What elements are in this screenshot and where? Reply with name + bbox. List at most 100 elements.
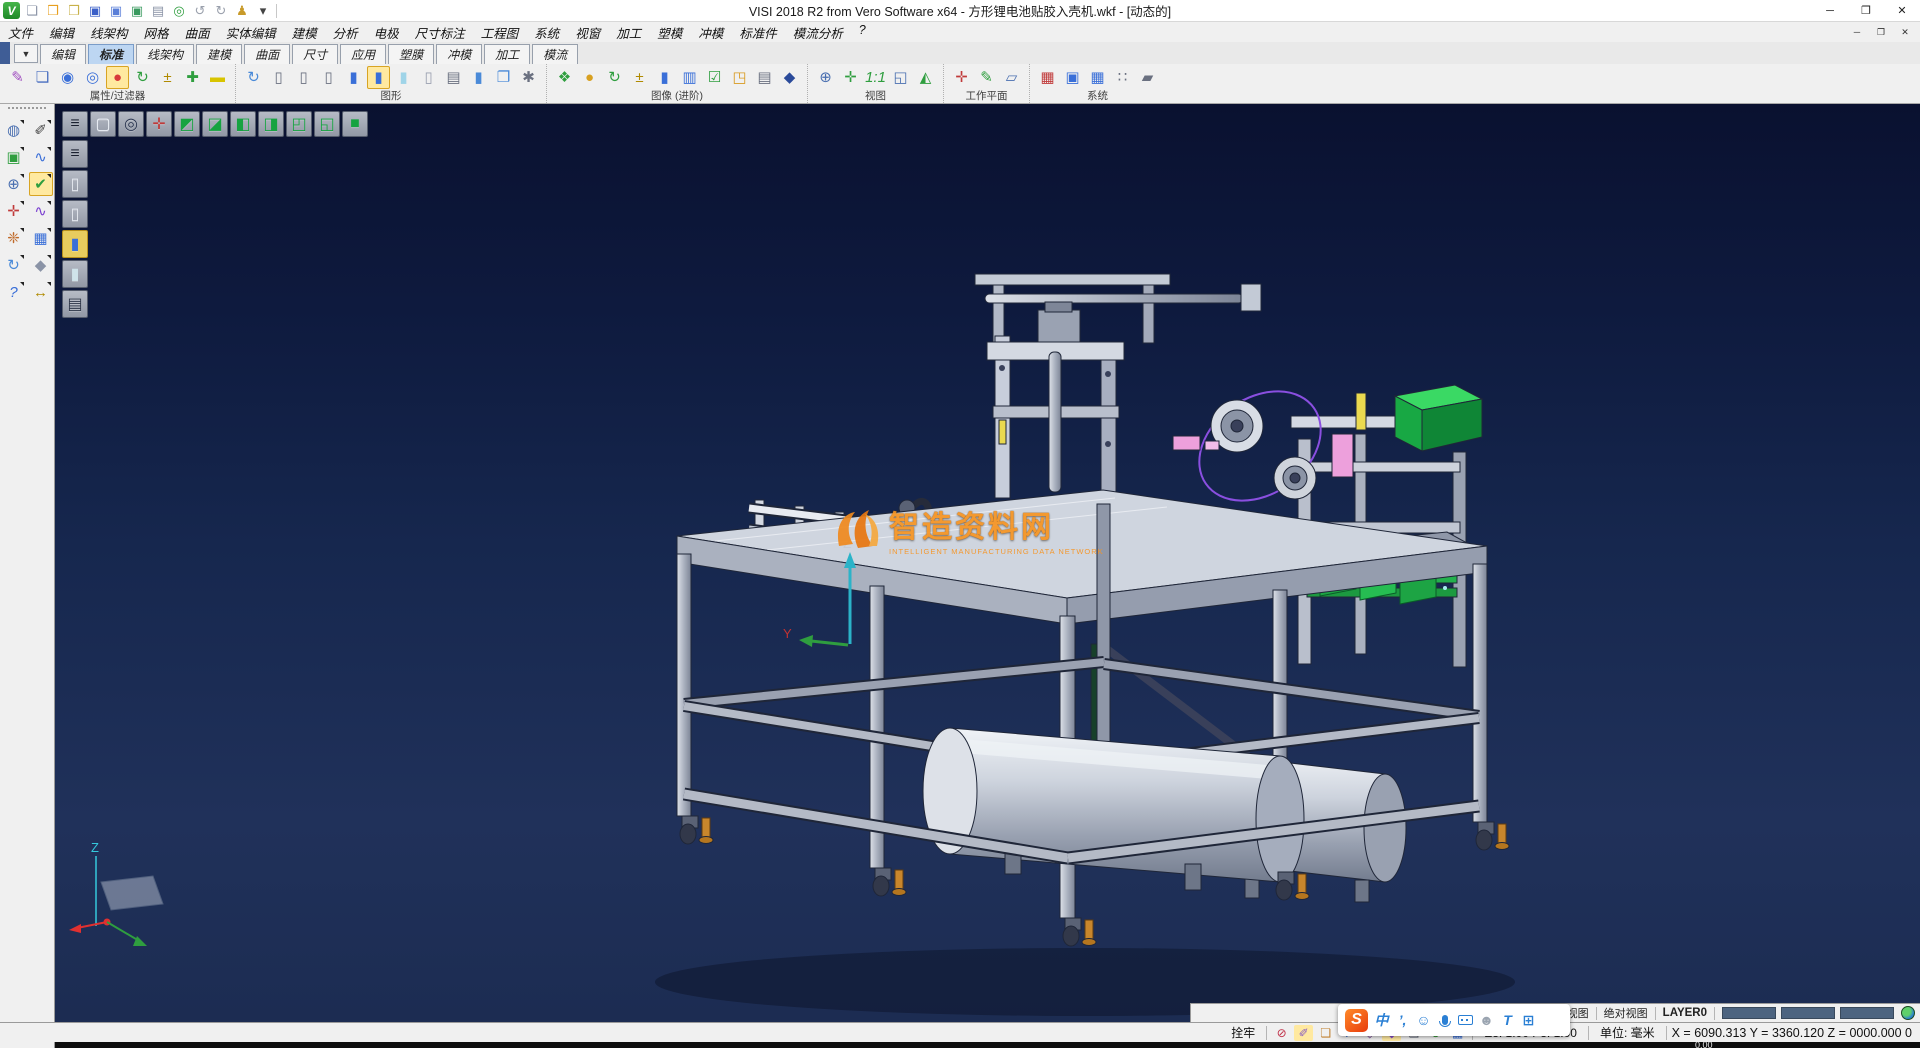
menu-item[interactable]: 冲模 (690, 23, 731, 42)
layer-color-swatch[interactable] (1781, 1007, 1835, 1019)
ribbon-tab[interactable]: 编辑 (40, 44, 86, 64)
view-iso-1-icon[interactable]: ◰ (286, 111, 312, 137)
ime-mic-icon[interactable] (1437, 1010, 1452, 1030)
ribbon-tab[interactable]: 应用 (340, 44, 386, 64)
system-plane-icon[interactable]: ▰ (1136, 66, 1159, 89)
menu-item[interactable]: 系统 (526, 23, 567, 42)
ime-punctuation[interactable]: ’, (1395, 1010, 1410, 1030)
menu-item[interactable]: 建模 (284, 23, 325, 42)
visi-logo[interactable]: V (3, 2, 20, 19)
snap-disable-icon[interactable]: ⊘ (1272, 1025, 1291, 1041)
close-button[interactable]: ✕ (1884, 0, 1920, 21)
ribbon-tab[interactable]: 模流 (532, 44, 578, 64)
view-shaded-icon[interactable]: ■ (342, 111, 368, 137)
shaded-edges-cylinder-icon[interactable]: ▮ (367, 66, 390, 89)
ribbon-tab[interactable]: 线架构 (136, 44, 194, 64)
open-file-icon[interactable]: ❒ (44, 2, 62, 20)
render-settings-icon[interactable]: ✱ (517, 66, 540, 89)
menu-item[interactable]: ? (851, 23, 874, 37)
active-layer-label[interactable]: LAYER0 (1663, 1007, 1707, 1019)
sketch-curve-tool[interactable]: ∿ (29, 145, 53, 169)
measure-tool[interactable]: ↔ (29, 280, 53, 304)
dashed-hidden-cylinder-icon[interactable]: ▯ (317, 66, 340, 89)
ribbon-tab[interactable]: 塑膜 (388, 44, 434, 64)
menu-item[interactable]: 线架构 (82, 23, 136, 42)
render-menu-icon[interactable]: ≡ (62, 140, 88, 168)
ghost-cylinder-icon[interactable]: ▯ (417, 66, 440, 89)
menu-item[interactable]: 曲面 (177, 23, 218, 42)
view-right-icon[interactable]: ◨ (258, 111, 284, 137)
filter-add-icon[interactable]: ✚ (181, 66, 204, 89)
view-orient-icon[interactable]: ◭ (914, 66, 937, 89)
menu-item[interactable]: 实体编辑 (218, 23, 284, 42)
zoom-dynamic-tool[interactable]: ⊕ (2, 172, 26, 196)
filter-remove-icon[interactable]: ▬ (206, 66, 229, 89)
ime-shirt-icon[interactable]: T (1500, 1010, 1515, 1030)
render-hidden-icon[interactable]: ▯ (62, 200, 88, 228)
sogou-logo[interactable]: S (1345, 1009, 1368, 1032)
shade-selected-icon[interactable]: ▮ (467, 66, 490, 89)
verify-cylinder-icon[interactable]: ☑ (703, 66, 726, 89)
view-left-icon[interactable]: ◧ (230, 111, 256, 137)
fit-view-tool[interactable]: ▣ (2, 145, 26, 169)
ribbon-dropdown-button[interactable]: ▼ (14, 44, 38, 63)
render-mesh-icon[interactable]: ▤ (62, 290, 88, 318)
minimize-button[interactable]: ─ (1812, 0, 1848, 21)
render-shaded-icon[interactable]: ▮ (62, 230, 88, 258)
menu-item[interactable]: 标准件 (731, 23, 785, 42)
menu-item[interactable]: 视窗 (567, 23, 608, 42)
viewport-3d[interactable]: Z Y Z ≡▢◎✛◩◪◧◨◰◱■ ≡▯▯▮▮▤ 智造资料网 INTEL (55, 104, 1920, 1022)
redo-icon[interactable]: ↻ (212, 2, 230, 20)
erase-tool[interactable]: ✐ (29, 118, 53, 142)
ime-emoji-icon[interactable]: ☺ (1416, 1010, 1431, 1030)
advanced-refresh-icon[interactable]: ↻ (603, 66, 626, 89)
ribbon-tab[interactable]: 标准 (88, 44, 134, 64)
menu-item[interactable]: 加工 (608, 23, 649, 42)
system-monitor-icon[interactable]: ▣ (1061, 66, 1084, 89)
axes-view-icon[interactable]: ✛ (146, 111, 172, 137)
absolute-view-label[interactable]: 绝对视图 (1604, 1005, 1648, 1021)
ime-toolbox-icon[interactable]: ⊞ (1521, 1010, 1536, 1030)
pick-wand-icon[interactable]: ✐ (1294, 1025, 1313, 1041)
view-iso-2-icon[interactable]: ◱ (314, 111, 340, 137)
zoom-extents-icon[interactable]: ✛ (839, 66, 862, 89)
mdi-restore-button[interactable]: ❐ (1870, 25, 1892, 40)
window-tool[interactable]: ▦ (29, 226, 53, 250)
attribute-change-icon[interactable]: ✎ (6, 66, 29, 89)
ribbon-tab[interactable]: 建模 (196, 44, 242, 64)
filter-refresh-icon[interactable]: ↻ (131, 66, 154, 89)
view-top-icon[interactable]: ◩ (174, 111, 200, 137)
curve-edit-tool[interactable]: ∿ (29, 199, 53, 223)
save-icon[interactable]: ▣ (86, 2, 104, 20)
confirm-tool[interactable]: ✔ (29, 172, 53, 196)
advanced-toggle-icon[interactable]: ± (628, 66, 651, 89)
customize-dropdown-icon[interactable]: ▾ (254, 2, 272, 20)
refresh-tool[interactable]: ↻ (2, 253, 26, 277)
filter-traffic-light-icon[interactable]: ● (106, 66, 129, 89)
filter-toggle-icon[interactable]: ± (156, 66, 179, 89)
system-grid-icon[interactable]: ▦ (1086, 66, 1109, 89)
layer-colors-icon[interactable]: ▦ (1036, 66, 1059, 89)
lock-toggle[interactable]: 拴牢 (1225, 1024, 1261, 1041)
layer-color-swatch[interactable] (1722, 1007, 1776, 1019)
zoom-view-icon[interactable]: ◎ (118, 111, 144, 137)
ribbon-tab[interactable]: 加工 (484, 44, 530, 64)
striped-cylinder-icon[interactable]: ▥ (678, 66, 701, 89)
layer-color-swatch[interactable] (1840, 1007, 1894, 1019)
shaded-cube-icon[interactable]: ◆ (778, 66, 801, 89)
menu-item[interactable]: 编辑 (41, 23, 82, 42)
attributes-brush-tool[interactable]: ❈ (2, 226, 26, 250)
attribute-copy-icon[interactable]: ❏ (31, 66, 54, 89)
mesh-cylinder-icon[interactable]: ▤ (442, 66, 465, 89)
zoom-previous-tool[interactable]: ◍ (2, 118, 26, 142)
save-as-icon[interactable]: ▣ (107, 2, 125, 20)
wire-cylinder-icon[interactable]: ▤ (753, 66, 776, 89)
transparent-cylinder-icon[interactable]: ▮ (392, 66, 415, 89)
zoom-actual-icon[interactable]: 1:1 (864, 66, 887, 89)
advanced-add-icon[interactable]: ❖ (553, 66, 576, 89)
help-tool[interactable]: ? (2, 280, 26, 304)
ribbon-tab[interactable]: 尺寸 (292, 44, 338, 64)
preview-icon[interactable]: ◎ (170, 2, 188, 20)
menu-item[interactable]: 分析 (325, 23, 366, 42)
ime-lang-chinese[interactable]: 中 (1374, 1010, 1389, 1030)
